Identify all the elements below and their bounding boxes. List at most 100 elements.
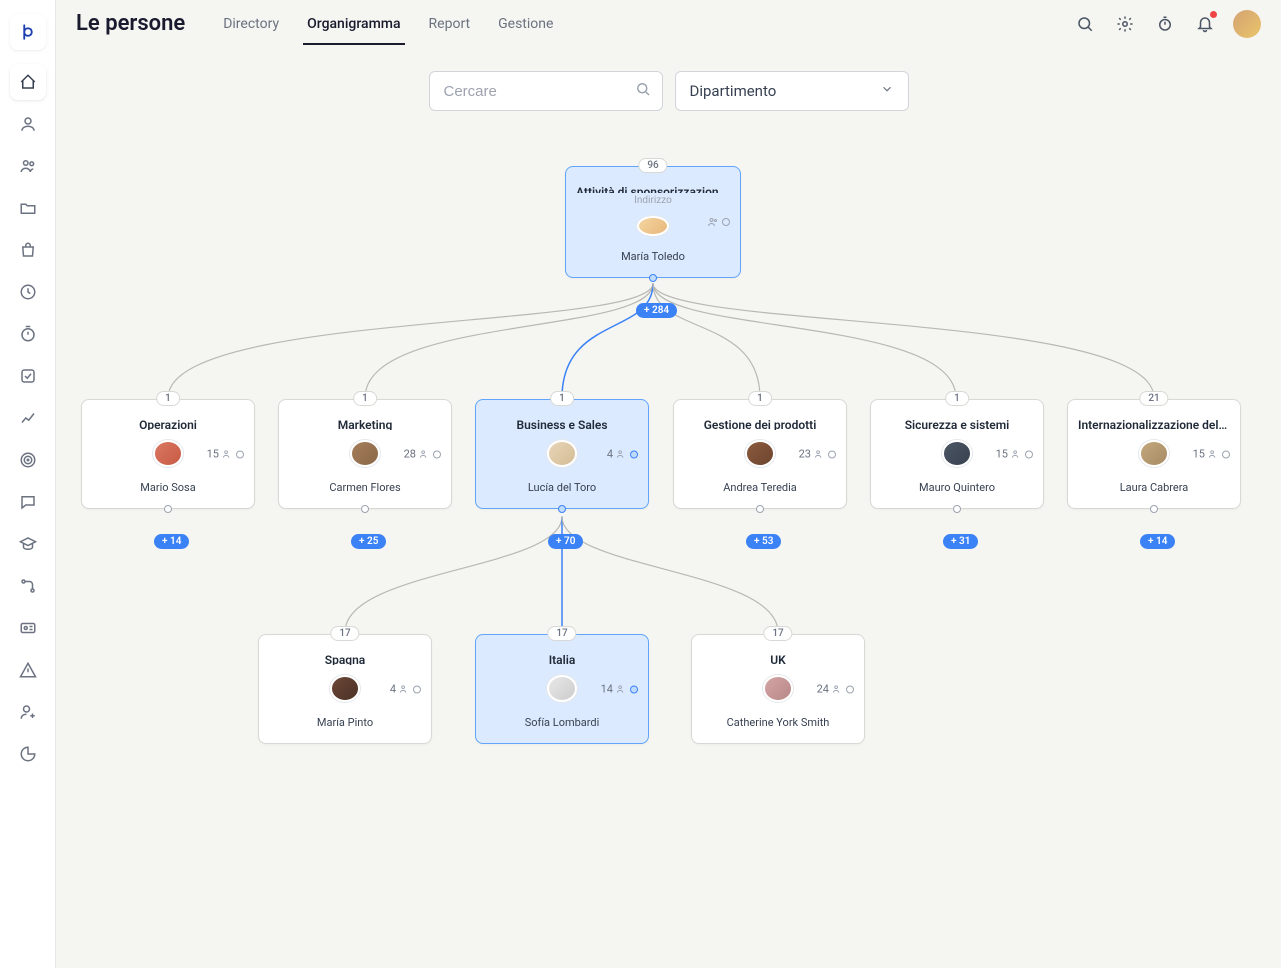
chat-icon[interactable] xyxy=(10,484,46,520)
bell-icon[interactable] xyxy=(1189,8,1221,40)
pin-icon xyxy=(361,505,369,513)
avatar xyxy=(153,440,183,467)
avatar xyxy=(330,675,360,702)
org-card-uk[interactable]: 17 UK Catherine York Smith 24 xyxy=(691,634,865,744)
report-count: 15 xyxy=(207,448,244,461)
expand-root[interactable]: + 284 xyxy=(636,303,677,318)
card-name: Lucía del Toro xyxy=(528,481,596,494)
card-name: María Toledo xyxy=(621,250,685,263)
avatar[interactable] xyxy=(1233,10,1261,38)
search-input[interactable] xyxy=(444,83,648,100)
org-card-spagna[interactable]: 17 Spagna María Pinto 4 xyxy=(258,634,432,744)
card-title: Marketing xyxy=(338,418,393,430)
org-card-business-sales[interactable]: 1 Business e Sales Lucía del Toro 4 xyxy=(475,399,649,509)
card-name: Catherine York Smith xyxy=(727,716,830,729)
avatar xyxy=(1139,440,1169,467)
badge: 1 xyxy=(550,391,574,406)
people-icon[interactable] xyxy=(10,148,46,184)
org-card-gestione-prodotti[interactable]: 1 Gestione dei prodotti Andrea Teredia 2… xyxy=(673,399,847,509)
report-count: 24 xyxy=(817,683,854,696)
pin-icon xyxy=(164,505,172,513)
org-card-internazionalizzazione[interactable]: 21 Internazionalizzazione delle imp ... … xyxy=(1067,399,1241,509)
pin-icon xyxy=(1150,505,1158,513)
card-name: Carmen Flores xyxy=(329,481,400,494)
stopwatch-icon[interactable] xyxy=(1149,8,1181,40)
pin-icon xyxy=(953,505,961,513)
pie-chart-icon[interactable] xyxy=(10,736,46,772)
person-icon[interactable] xyxy=(10,106,46,142)
target-icon[interactable] xyxy=(10,442,46,478)
expand-c2[interactable]: + 70 xyxy=(548,534,583,549)
report-count: 4 xyxy=(390,683,421,696)
card-title: Spagna xyxy=(325,653,366,665)
pin-icon xyxy=(756,505,764,513)
expand-c4[interactable]: + 31 xyxy=(943,534,978,549)
bag-icon[interactable] xyxy=(10,232,46,268)
avatar xyxy=(350,440,380,467)
select-label: Dipartimento xyxy=(690,82,777,100)
expand-c3[interactable]: + 53 xyxy=(746,534,781,549)
avatar xyxy=(547,440,577,467)
org-root-card[interactable]: 96 Attività di sponsorizzazione ... Indi… xyxy=(565,166,741,278)
expand-c5[interactable]: + 14 xyxy=(1140,534,1175,549)
expand-c1[interactable]: + 25 xyxy=(351,534,386,549)
card-name: Sofía Lombardi xyxy=(525,716,600,729)
report-count: 14 xyxy=(601,683,638,696)
report-count: 4 xyxy=(607,448,638,461)
org-card-sicurezza[interactable]: 1 Sicurezza e sistemi Mauro Quintero 15 xyxy=(870,399,1044,509)
search-icon-inner xyxy=(634,80,652,102)
tab-organigramma[interactable]: Organigramma xyxy=(293,4,414,44)
card-title: Sicurezza e sistemi xyxy=(905,418,1010,430)
app-logo[interactable] xyxy=(10,14,46,50)
tab-directory[interactable]: Directory xyxy=(209,4,293,44)
notification-dot xyxy=(1210,11,1217,18)
badge: 1 xyxy=(945,391,969,406)
card-title: UK xyxy=(770,653,786,665)
card-name: Laura Cabrera xyxy=(1120,481,1188,494)
report-count: 23 xyxy=(799,448,836,461)
id-card-icon[interactable] xyxy=(10,610,46,646)
avatar xyxy=(547,675,577,702)
pin-icon xyxy=(558,505,566,513)
report-count: 15 xyxy=(996,448,1033,461)
org-canvas: 96 Attività di sponsorizzazione ... Indi… xyxy=(56,121,1281,968)
pin-icon xyxy=(649,274,657,282)
card-title: Business e Sales xyxy=(516,418,607,430)
badge: 1 xyxy=(156,391,180,406)
badge: 1 xyxy=(353,391,377,406)
tab-report[interactable]: Report xyxy=(415,4,485,44)
gear-icon[interactable] xyxy=(1109,8,1141,40)
home-icon[interactable] xyxy=(10,64,46,100)
card-name: Mario Sosa xyxy=(140,481,195,494)
card-subtitle: Indirizzo xyxy=(634,195,672,206)
checkbox-icon[interactable] xyxy=(10,358,46,394)
graduation-icon[interactable] xyxy=(10,526,46,562)
search-input-wrap xyxy=(429,71,663,111)
report-count xyxy=(707,216,730,228)
badge: 21 xyxy=(1139,391,1168,406)
badge: 17 xyxy=(547,626,576,641)
analytics-icon[interactable] xyxy=(10,400,46,436)
folder-icon[interactable] xyxy=(10,190,46,226)
card-title: Internazionalizzazione delle imp ... xyxy=(1078,418,1230,430)
org-card-italia[interactable]: 17 Italia Sofía Lombardi 14 xyxy=(475,634,649,744)
search-icon[interactable] xyxy=(1069,8,1101,40)
clock-icon[interactable] xyxy=(10,274,46,310)
tab-gestione[interactable]: Gestione xyxy=(484,4,567,44)
card-name: Mauro Quintero xyxy=(919,481,995,494)
timer-icon[interactable] xyxy=(10,316,46,352)
add-user-icon[interactable] xyxy=(10,694,46,730)
department-select[interactable]: Dipartimento xyxy=(675,71,909,111)
expand-c0[interactable]: + 14 xyxy=(154,534,189,549)
warning-icon[interactable] xyxy=(10,652,46,688)
card-title: Attività di sponsorizzazione ... xyxy=(576,185,730,193)
topbar: Le persone Directory Organigramma Report… xyxy=(56,0,1281,47)
card-title: Italia xyxy=(549,653,576,665)
flow-icon[interactable] xyxy=(10,568,46,604)
report-count: 15 xyxy=(1193,448,1230,461)
badge: 17 xyxy=(763,626,792,641)
avatar xyxy=(745,440,775,467)
org-card-marketing[interactable]: 1 Marketing Carmen Flores 28 xyxy=(278,399,452,509)
org-card-operazioni[interactable]: 1 Operazioni Mario Sosa 15 xyxy=(81,399,255,509)
avatar xyxy=(942,440,972,467)
